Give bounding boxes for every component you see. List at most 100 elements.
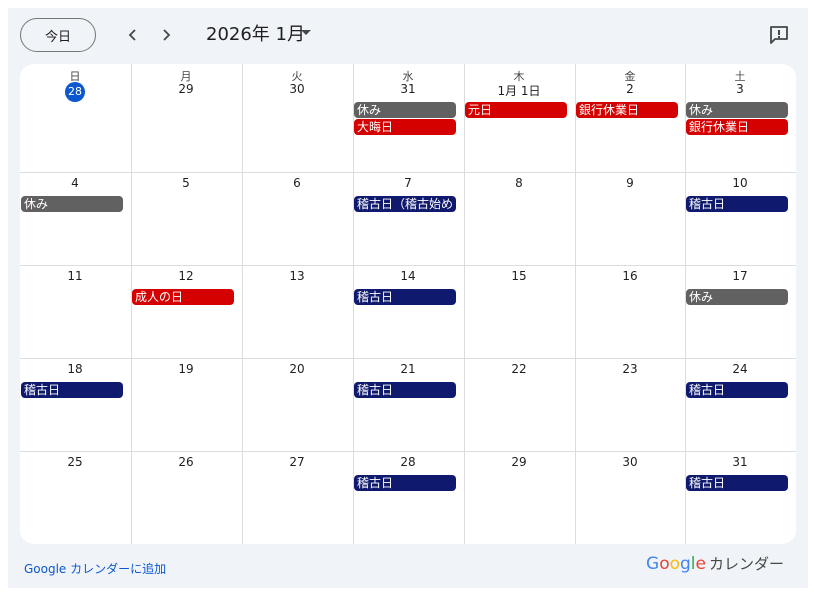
date-number: 31 (732, 455, 748, 469)
event-chip[interactable]: 元日 (465, 102, 567, 118)
date-label[interactable]: 18 (20, 362, 130, 376)
event-chip[interactable]: 稽古日 (354, 382, 456, 398)
date-label[interactable]: 2 (575, 82, 685, 96)
date-label[interactable]: 30 (575, 455, 685, 469)
date-number: 28 (400, 455, 416, 469)
date-label[interactable]: 15 (464, 269, 574, 283)
day-cell[interactable] (464, 64, 574, 172)
date-number: 26 (178, 455, 194, 469)
date-number: 5 (182, 176, 190, 190)
day-cell[interactable] (20, 64, 130, 172)
date-number: 17 (732, 269, 748, 283)
date-number: 13 (289, 269, 305, 283)
date-label[interactable]: 12 (131, 269, 241, 283)
chevron-right-icon (163, 29, 171, 41)
today-date-badge: 28 (65, 82, 85, 102)
date-label[interactable]: 26 (131, 455, 241, 469)
toolbar: 今日 2026年 1月 (8, 8, 808, 64)
date-number: 27 (289, 455, 305, 469)
event-chip[interactable]: 休み (21, 196, 123, 212)
date-number: 24 (732, 362, 748, 376)
caret-down-icon[interactable] (301, 30, 311, 35)
date-label[interactable]: 14 (353, 269, 463, 283)
date-number: 30 (289, 82, 305, 96)
date-label[interactable]: 8 (464, 176, 574, 190)
event-chip[interactable]: 休み (686, 289, 788, 305)
event-chip[interactable]: 稽古日 (21, 382, 123, 398)
event-chip[interactable]: 銀行休業日 (686, 119, 788, 135)
date-label[interactable]: 11 (20, 269, 130, 283)
event-chip[interactable]: 稽古日（稽古始め (354, 196, 456, 212)
event-chip[interactable]: 銀行休業日 (576, 102, 678, 118)
date-label[interactable]: 23 (575, 362, 685, 376)
date-label[interactable]: 30 (242, 82, 352, 96)
date-label[interactable]: 24 (685, 362, 795, 376)
month-title[interactable]: 2026年 1月 (206, 22, 305, 48)
date-label[interactable]: 22 (464, 362, 574, 376)
day-cell[interactable] (131, 64, 241, 172)
date-label[interactable]: 7 (353, 176, 463, 190)
google-calendar-logo[interactable]: Google カレンダー (646, 553, 784, 574)
next-month-button[interactable] (153, 22, 179, 48)
day-cell[interactable] (242, 64, 352, 172)
event-chip[interactable]: 休み (686, 102, 788, 118)
date-number: 9 (626, 176, 634, 190)
date-label[interactable]: 29 (131, 82, 241, 96)
date-number: 25 (67, 455, 83, 469)
today-button[interactable]: 今日 (20, 18, 96, 52)
date-number: 15 (511, 269, 527, 283)
date-label[interactable]: 31 (685, 455, 795, 469)
event-chip[interactable]: 休み (354, 102, 456, 118)
date-label[interactable]: 28 (353, 455, 463, 469)
event-chip[interactable]: 稽古日 (686, 475, 788, 491)
feedback-icon[interactable] (768, 24, 790, 46)
date-label[interactable]: 25 (20, 455, 130, 469)
event-chip[interactable]: 稽古日 (354, 475, 456, 491)
date-label[interactable]: 1月 1日 (464, 82, 574, 99)
date-label[interactable]: 10 (685, 176, 795, 190)
date-number: 12 (178, 269, 194, 283)
date-number: 3 (736, 82, 744, 96)
date-label[interactable]: 9 (575, 176, 685, 190)
month-grid: 日月火水木金土 28 29 30 31 休み 大晦日 1月 1日 元日 2 銀行休業日 3 休み 銀行休業… (20, 64, 796, 544)
date-number: 23 (622, 362, 638, 376)
date-label[interactable]: 13 (242, 269, 352, 283)
date-number: 19 (178, 362, 194, 376)
date-label[interactable]: 21 (353, 362, 463, 376)
date-label[interactable]: 27 (242, 455, 352, 469)
date-number: 10 (732, 176, 748, 190)
event-chip[interactable]: 稽古日 (354, 289, 456, 305)
date-label[interactable]: 28 (20, 82, 130, 102)
date-number: 18 (67, 362, 83, 376)
prev-month-button[interactable] (120, 22, 146, 48)
date-label[interactable]: 31 (353, 82, 463, 96)
date-number: 31 (400, 82, 416, 96)
event-chip[interactable]: 稽古日 (686, 196, 788, 212)
day-cell[interactable] (685, 64, 795, 172)
event-chip[interactable]: 稽古日 (686, 382, 788, 398)
date-label[interactable]: 3 (685, 82, 795, 96)
add-to-google-calendar-link[interactable]: Google カレンダーに追加 (24, 560, 166, 577)
date-label[interactable]: 19 (131, 362, 241, 376)
day-cell[interactable] (353, 64, 463, 172)
date-number: 11 (67, 269, 83, 283)
date-label[interactable]: 6 (242, 176, 352, 190)
event-chip[interactable]: 大晦日 (354, 119, 456, 135)
date-number: 2 (626, 82, 634, 96)
date-number: 8 (515, 176, 523, 190)
date-label[interactable]: 16 (575, 269, 685, 283)
day-cell[interactable] (575, 64, 685, 172)
date-number: 4 (71, 176, 79, 190)
date-label[interactable]: 5 (131, 176, 241, 190)
date-number: 29 (178, 82, 194, 96)
date-number: 29 (511, 455, 527, 469)
date-label[interactable]: 20 (242, 362, 352, 376)
date-number: 16 (622, 269, 638, 283)
date-label[interactable]: 29 (464, 455, 574, 469)
date-number: 1月 1日 (497, 84, 541, 98)
event-chip[interactable]: 成人の日 (132, 289, 234, 305)
date-label[interactable]: 4 (20, 176, 130, 190)
chevron-left-icon (128, 29, 136, 41)
date-number: 30 (622, 455, 638, 469)
date-label[interactable]: 17 (685, 269, 795, 283)
